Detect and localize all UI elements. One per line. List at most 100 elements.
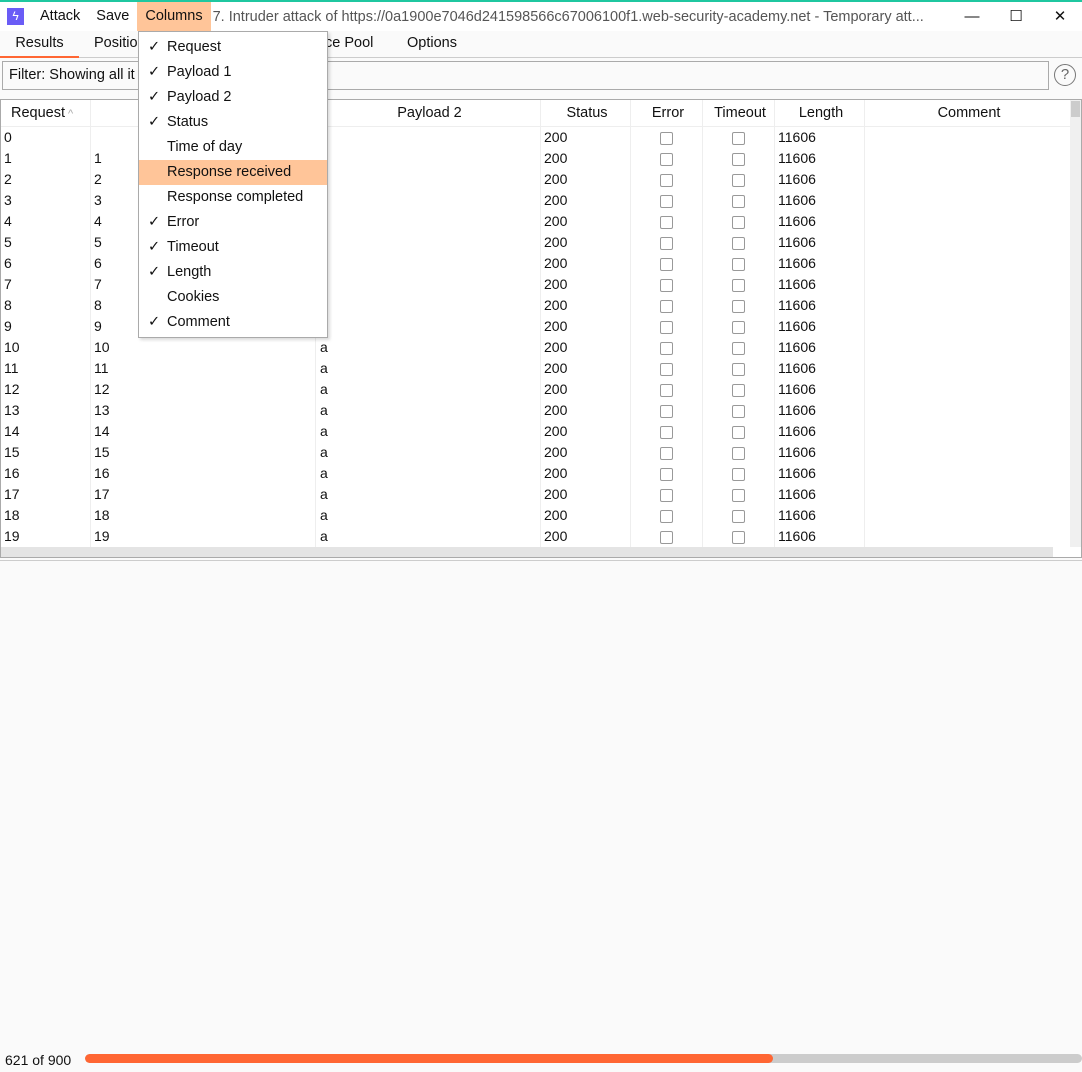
error-checkbox [660, 131, 673, 145]
menu-item-timeout[interactable]: ✓ Timeout [139, 235, 327, 260]
menu-item-payload-1[interactable]: ✓ Payload 1 [139, 60, 327, 85]
timeout-checkbox [732, 509, 745, 523]
tab-resource-pool[interactable]: ce Pool [325, 35, 373, 51]
error-checkbox [660, 278, 673, 292]
cell-payload-2: a [316, 169, 541, 190]
cell-request: 10 [1, 337, 91, 358]
column-header-status[interactable]: Status [541, 100, 631, 126]
table-row[interactable]: 12 12 a 200 11606 [1, 379, 1071, 400]
cell-payload-2: a [316, 190, 541, 211]
table-row[interactable]: 19 19 a 200 11606 [1, 526, 1071, 547]
error-checkbox [660, 383, 673, 397]
error-checkbox [660, 299, 673, 313]
cell-error [631, 316, 703, 337]
horizontal-scrollbar[interactable] [1, 547, 1053, 557]
error-checkbox [660, 173, 673, 187]
cell-timeout [703, 211, 775, 232]
cell-request: 11 [1, 358, 91, 379]
check-icon: ✓ [148, 89, 161, 105]
split-divider[interactable] [0, 560, 1082, 561]
cell-timeout [703, 274, 775, 295]
cell-length: 11606 [775, 148, 865, 169]
table-row[interactable]: 16 16 a 200 11606 [1, 463, 1071, 484]
cell-comment [865, 505, 1071, 526]
cell-request: 12 [1, 379, 91, 400]
cell-payload-1: 16 [91, 463, 316, 484]
menu-item-comment[interactable]: ✓ Comment [139, 310, 327, 335]
cell-timeout [703, 232, 775, 253]
cell-payload-2: a [316, 526, 541, 547]
error-checkbox [660, 404, 673, 418]
cell-timeout [703, 316, 775, 337]
maximize-button[interactable]: ☐ [994, 2, 1038, 31]
cell-comment [865, 148, 1071, 169]
table-row[interactable]: 13 13 a 200 11606 [1, 400, 1071, 421]
column-header-error[interactable]: Error [631, 100, 703, 126]
columns-dropdown-menu: ✓ Request ✓ Payload 1 ✓ Payload 2 ✓ Status Time … [138, 31, 328, 338]
table-row[interactable]: 10 10 a 200 11606 [1, 337, 1071, 358]
timeout-checkbox [732, 194, 745, 208]
vertical-scrollbar[interactable] [1070, 100, 1081, 547]
cell-length: 11606 [775, 526, 865, 547]
cell-error [631, 295, 703, 316]
column-header-request[interactable]: Request ^ [1, 100, 91, 126]
cell-request: 6 [1, 253, 91, 274]
tab-positions[interactable]: Positio [94, 35, 138, 51]
menu-item-response-received[interactable]: Response received [139, 160, 327, 185]
cell-request: 4 [1, 211, 91, 232]
column-header-timeout[interactable]: Timeout [703, 100, 775, 126]
cell-comment [865, 274, 1071, 295]
cell-error [631, 253, 703, 274]
close-button[interactable]: ✕ [1038, 2, 1082, 31]
menu-save[interactable]: Save [88, 2, 137, 31]
cell-comment [865, 316, 1071, 337]
column-header-payload-2[interactable]: Payload 2 [316, 100, 541, 126]
table-row[interactable]: 11 11 a 200 11606 [1, 358, 1071, 379]
cell-status: 200 [541, 337, 631, 358]
menu-item-cookies[interactable]: Cookies [139, 285, 327, 310]
menu-item-request[interactable]: ✓ Request [139, 35, 327, 60]
table-row[interactable]: 14 14 a 200 11606 [1, 421, 1071, 442]
menu-columns[interactable]: Columns [137, 2, 211, 31]
menu-item-error[interactable]: ✓ Error [139, 210, 327, 235]
timeout-checkbox [732, 320, 745, 334]
menu-attack[interactable]: Attack [32, 2, 88, 31]
table-row[interactable]: 18 18 a 200 11606 [1, 505, 1071, 526]
column-header-comment[interactable]: Comment [865, 100, 1071, 126]
cell-length: 11606 [775, 316, 865, 337]
cell-request: 3 [1, 190, 91, 211]
minimize-button[interactable]: — [950, 2, 994, 31]
column-header-label: Status [566, 105, 608, 121]
cell-payload-1: 17 [91, 484, 316, 505]
menu-item-status[interactable]: ✓ Status [139, 110, 327, 135]
cell-timeout [703, 463, 775, 484]
cell-error [631, 379, 703, 400]
tab-results[interactable]: Results [0, 35, 79, 58]
cell-comment [865, 484, 1071, 505]
cell-length: 11606 [775, 442, 865, 463]
cell-payload-2: a [316, 232, 541, 253]
cell-comment [865, 463, 1071, 484]
error-checkbox [660, 446, 673, 460]
cell-error [631, 148, 703, 169]
cell-comment [865, 400, 1071, 421]
cell-status: 200 [541, 274, 631, 295]
table-row[interactable]: 15 15 a 200 11606 [1, 442, 1071, 463]
help-icon[interactable]: ? [1054, 64, 1076, 86]
table-row[interactable]: 17 17 a 200 11606 [1, 484, 1071, 505]
timeout-checkbox [732, 425, 745, 439]
timeout-checkbox [732, 278, 745, 292]
column-header-label: Error [651, 105, 685, 121]
cell-length: 11606 [775, 400, 865, 421]
menu-item-time-of-day[interactable]: Time of day [139, 135, 327, 160]
menu-item-length[interactable]: ✓ Length [139, 260, 327, 285]
cell-error [631, 463, 703, 484]
cell-error [631, 358, 703, 379]
menu-item-payload-2[interactable]: ✓ Payload 2 [139, 85, 327, 110]
cell-status: 200 [541, 316, 631, 337]
menu-item-response-completed[interactable]: Response completed [139, 185, 327, 210]
scroll-thumb[interactable] [1071, 101, 1080, 117]
column-header-length[interactable]: Length [775, 100, 865, 126]
tab-options[interactable]: Options [407, 35, 457, 51]
cell-status: 200 [541, 148, 631, 169]
